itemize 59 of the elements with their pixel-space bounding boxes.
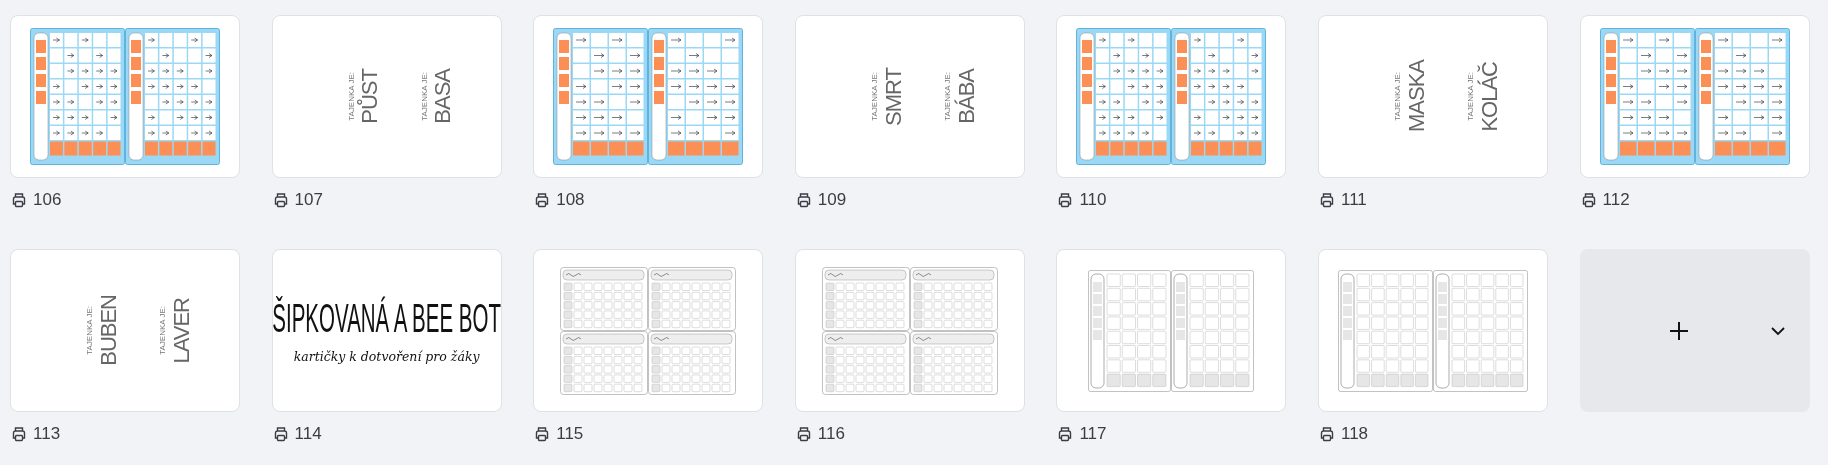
caption: TAJENKA JE: xyxy=(347,72,357,121)
page-thumbnail[interactable] xyxy=(1056,15,1287,178)
answer-word: BASA xyxy=(431,69,456,124)
answer-word: BÁBA xyxy=(954,69,979,124)
answer-word: LAVER xyxy=(169,297,194,364)
printer-icon xyxy=(1318,426,1335,442)
answer-word: KOLÁČ xyxy=(1477,61,1502,132)
caption: TAJENKA JE: xyxy=(870,72,880,121)
page-thumbnail[interactable] xyxy=(533,15,764,178)
printer-icon xyxy=(272,192,289,208)
page-thumbnail[interactable]: ŠIPKOVANÁ A BEE BOT kartičky k dotvoření pro žáky xyxy=(271,249,502,412)
page-number: 112 xyxy=(1602,190,1630,210)
printer-icon xyxy=(272,426,289,442)
page-thumbnail[interactable] xyxy=(1317,249,1548,412)
page-thumbnail[interactable] xyxy=(10,15,240,178)
page-thumbnail[interactable]: TAJENKA JE: SMRT TAJENKA JE: BÁBA xyxy=(794,15,1025,178)
printer-icon xyxy=(795,426,812,442)
page-thumbnail[interactable] xyxy=(533,249,764,412)
page-title: ŠIPKOVANÁ A BEE BOT xyxy=(272,297,501,339)
caption: TAJENKA JE: xyxy=(943,72,953,121)
page-number: 114 xyxy=(294,424,322,444)
answer-word: PŮST xyxy=(358,69,383,124)
page-number: 117 xyxy=(1079,424,1107,444)
page-thumbnail[interactable]: TAJENKA JE: MASKA TAJENKA JE: KOLÁČ xyxy=(1317,15,1548,178)
answer-word: BUBEN xyxy=(96,295,121,366)
page-thumbnail[interactable]: TAJENKA JE: PŮST TAJENKA JE: BASA xyxy=(271,15,502,178)
caption: TAJENKA JE: xyxy=(1466,72,1476,121)
caption: TAJENKA JE: xyxy=(86,306,95,355)
page-number: 113 xyxy=(33,424,61,444)
answer-word: MASKA xyxy=(1404,60,1429,133)
caption: TAJENKA JE: xyxy=(1394,72,1403,121)
page-number: 108 xyxy=(556,190,585,210)
page-thumbnail[interactable] xyxy=(1579,15,1810,178)
printer-icon xyxy=(1057,192,1074,208)
page-number: 116 xyxy=(817,424,845,444)
printer-icon xyxy=(1580,192,1597,208)
caption: TAJENKA JE: xyxy=(420,72,430,121)
printer-icon xyxy=(1057,426,1074,442)
page-number: 118 xyxy=(1340,424,1369,444)
page-number: 106 xyxy=(33,190,62,210)
page-thumbnail[interactable] xyxy=(794,249,1025,412)
chevron-down-icon xyxy=(1769,325,1786,336)
page-thumbnail[interactable] xyxy=(1056,249,1287,412)
answer-word: SMRT xyxy=(881,67,906,126)
printer-icon xyxy=(11,426,27,442)
page-subtitle: kartičky k dotvoření pro žáky xyxy=(293,348,480,364)
page-thumbnail[interactable]: TAJENKA JE: BUBEN TAJENKA JE: LAVER xyxy=(10,249,240,412)
printer-icon xyxy=(11,192,27,208)
page-number: 109 xyxy=(817,190,847,210)
page-number: 110 xyxy=(1079,190,1107,210)
plus-icon xyxy=(1667,319,1690,342)
page-number: 115 xyxy=(556,424,584,444)
printer-icon xyxy=(1318,192,1335,208)
printer-icon xyxy=(534,192,551,208)
caption: TAJENKA JE: xyxy=(159,306,168,355)
page-number: 107 xyxy=(294,190,323,210)
page-number: 111 xyxy=(1340,190,1367,210)
printer-icon xyxy=(795,192,812,208)
printer-icon xyxy=(534,426,551,442)
